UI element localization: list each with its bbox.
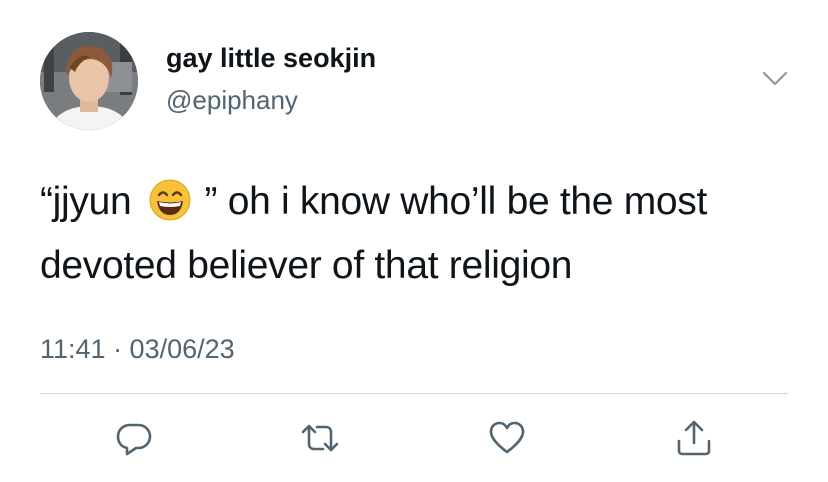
reply-icon <box>116 423 152 456</box>
reply-button[interactable] <box>114 418 154 458</box>
avatar[interactable] <box>40 32 138 130</box>
heart-icon <box>489 421 525 454</box>
avatar-photo <box>40 32 138 130</box>
author-handle[interactable]: @epiphany <box>166 84 298 116</box>
share-icon <box>677 420 711 456</box>
retweet-button[interactable] <box>300 418 340 458</box>
divider <box>40 393 788 394</box>
tweet-timestamp[interactable]: 11:41 · 03/06/23 <box>40 332 235 366</box>
author-display-name[interactable]: gay little seokjin <box>166 42 376 74</box>
share-button[interactable] <box>674 418 714 458</box>
like-button[interactable] <box>487 418 527 458</box>
tweet-text-before-emoji: “jjyun <box>40 180 142 223</box>
grinning-face-emoji-icon <box>148 178 192 222</box>
retweet-icon <box>301 424 339 452</box>
tweet-text: “jjyun ” oh i know who’ll be the most de… <box>40 170 800 298</box>
chevron-down-icon[interactable] <box>760 68 790 90</box>
